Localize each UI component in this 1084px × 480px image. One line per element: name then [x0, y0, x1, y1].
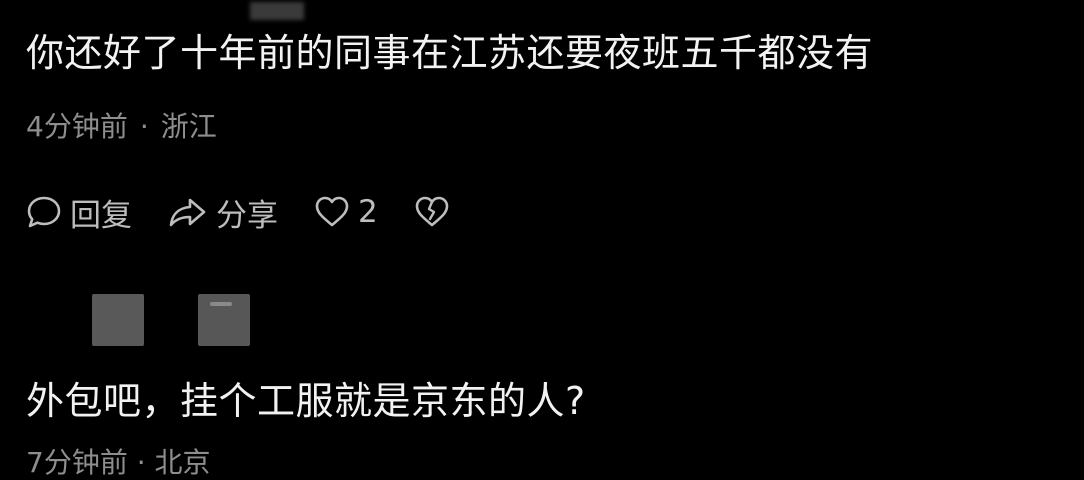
- comment-meta: 4分钟前 · 浙江: [26, 110, 217, 144]
- comment-meta: 7分钟前 · 北京: [26, 446, 211, 479]
- comment-text: 外包吧，挂个工服就是京东的人?: [26, 379, 586, 423]
- comment-text: 你还好了十年前的同事在江苏还要夜班五千都没有: [26, 31, 874, 75]
- comment-location: 浙江: [160, 110, 217, 143]
- chat-bubble-icon: [24, 192, 64, 232]
- reply-button[interactable]: 回复: [24, 190, 132, 235]
- heart-icon: [312, 192, 352, 232]
- reply-label: 回复: [70, 197, 132, 234]
- share-label: 分享: [216, 197, 278, 234]
- blurred-avatar[interactable]: [92, 294, 144, 346]
- dislike-button[interactable]: [412, 192, 452, 232]
- censor-smudge: [250, 2, 304, 20]
- blurred-avatar[interactable]: [198, 294, 250, 346]
- broken-heart-icon: [412, 192, 452, 232]
- like-button[interactable]: 2: [312, 192, 378, 232]
- comment-time: 4分钟前: [26, 110, 128, 143]
- comment-actions: 回复 分享 2: [24, 190, 486, 234]
- share-arrow-icon: [166, 192, 210, 232]
- meta-separator: ·: [139, 110, 149, 143]
- share-button[interactable]: 分享: [166, 190, 278, 235]
- like-count: 2: [358, 194, 378, 230]
